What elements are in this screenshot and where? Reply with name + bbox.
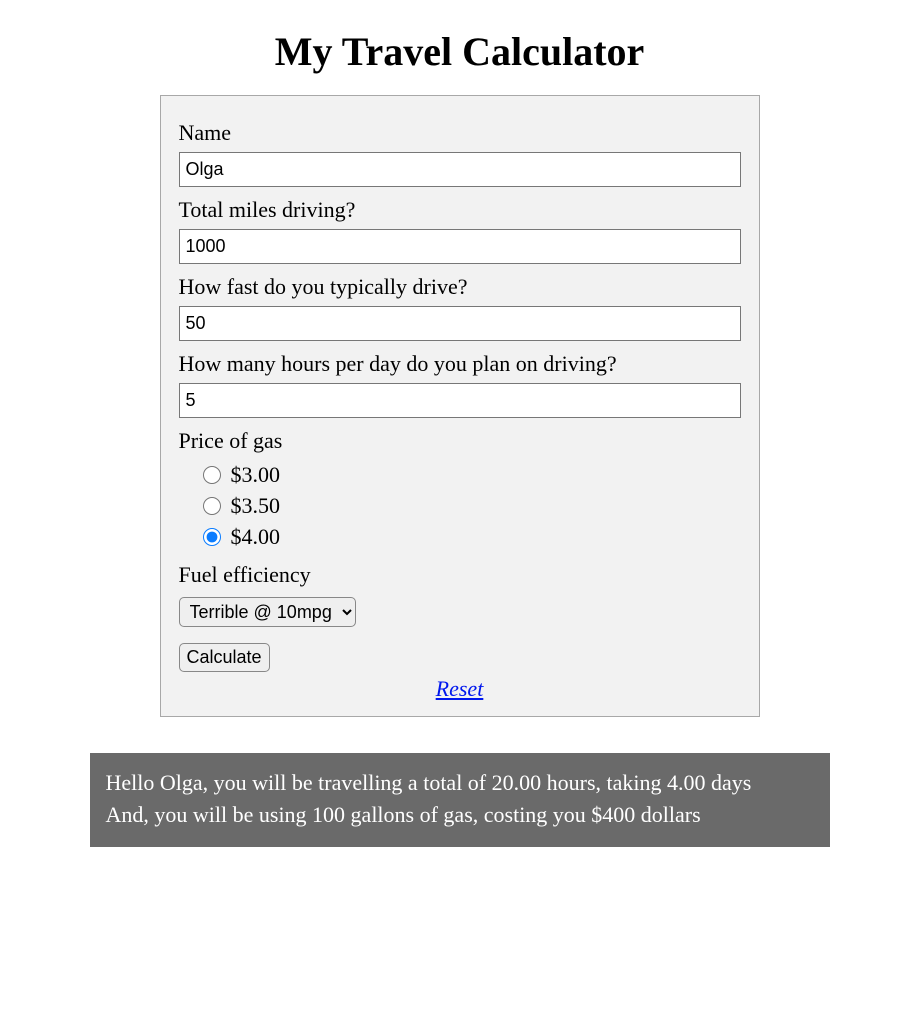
result-output: Hello Olga, you will be travelling a tot… bbox=[90, 753, 830, 847]
reset-link[interactable]: Reset bbox=[179, 676, 741, 702]
efficiency-select[interactable]: Terrible @ 10mpg bbox=[179, 597, 356, 627]
name-label: Name bbox=[179, 120, 741, 146]
calculate-button[interactable]: Calculate bbox=[179, 643, 270, 672]
result-line-1: Hello Olga, you will be travelling a tot… bbox=[106, 767, 814, 799]
gas-radio-350[interactable] bbox=[203, 497, 221, 515]
gas-price-label: Price of gas bbox=[179, 428, 741, 454]
gas-radio-300[interactable] bbox=[203, 466, 221, 484]
page-title: My Travel Calculator bbox=[0, 28, 919, 75]
gas-radio-350-label: $3.50 bbox=[231, 491, 281, 522]
calculator-form: Name Total miles driving? How fast do yo… bbox=[160, 95, 760, 717]
hours-label: How many hours per day do you plan on dr… bbox=[179, 351, 741, 377]
name-input[interactable] bbox=[179, 152, 741, 187]
hours-input[interactable] bbox=[179, 383, 741, 418]
gas-price-radio-group: $3.00 $3.50 $4.00 bbox=[179, 460, 741, 552]
gas-radio-400[interactable] bbox=[203, 528, 221, 546]
speed-input[interactable] bbox=[179, 306, 741, 341]
miles-input[interactable] bbox=[179, 229, 741, 264]
speed-label: How fast do you typically drive? bbox=[179, 274, 741, 300]
efficiency-label: Fuel efficiency bbox=[179, 562, 741, 588]
gas-radio-300-label: $3.00 bbox=[231, 460, 281, 491]
miles-label: Total miles driving? bbox=[179, 197, 741, 223]
gas-radio-400-label: $4.00 bbox=[231, 522, 281, 553]
result-line-2: And, you will be using 100 gallons of ga… bbox=[106, 799, 814, 831]
